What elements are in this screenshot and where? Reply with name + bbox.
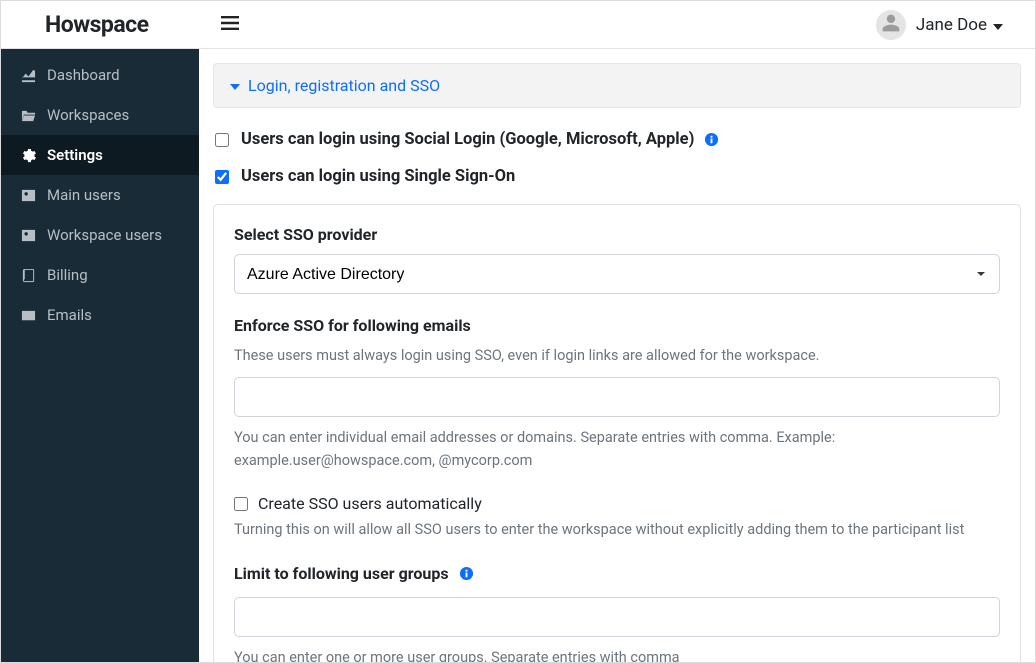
sso-provider-select[interactable]: Azure Active Directory — [234, 254, 1000, 294]
limit-groups-label: Limit to following user groups — [234, 564, 449, 583]
sidebar: Dashboard Workspaces Settings Main users… — [1, 49, 199, 662]
enforce-sso-help-2: You can enter individual email addresses… — [234, 427, 1000, 472]
limit-groups-input[interactable] — [234, 597, 1000, 637]
sidebar-item-main-users[interactable]: Main users — [1, 175, 199, 215]
sso-provider-group: Select SSO provider Azure Active Directo… — [234, 225, 1000, 294]
section-body: Users can login using Social Login (Goog… — [213, 108, 1021, 662]
envelope-icon — [19, 308, 37, 323]
sso-login-checkbox[interactable] — [215, 170, 229, 184]
sso-provider-label: Select SSO provider — [234, 225, 1000, 244]
caret-down-icon — [993, 16, 1003, 34]
body: Dashboard Workspaces Settings Main users… — [1, 49, 1035, 662]
user-card-icon — [19, 228, 37, 243]
sidebar-item-label: Main users — [47, 186, 121, 204]
sidebar-item-label: Emails — [47, 306, 92, 324]
enforce-sso-group: Enforce SSO for following emails These u… — [234, 316, 1000, 472]
enforce-sso-help-1: These users must always login using SSO,… — [234, 345, 1000, 367]
sidebar-item-workspace-users[interactable]: Workspace users — [1, 215, 199, 255]
sidebar-item-label: Billing — [47, 266, 88, 284]
auto-create-checkbox[interactable] — [234, 497, 248, 511]
sso-login-row: Users can login using Single Sign-On — [213, 167, 1021, 186]
info-icon[interactable] — [704, 132, 719, 147]
enforce-sso-input[interactable] — [234, 377, 1000, 417]
hamburger-icon — [221, 17, 239, 35]
info-icon[interactable] — [459, 566, 474, 581]
logo: Howspace — [45, 11, 149, 38]
limit-groups-group: Limit to following user groups You can e… — [234, 564, 1000, 662]
sidebar-item-workspaces[interactable]: Workspaces — [1, 95, 199, 135]
enforce-sso-label: Enforce SSO for following emails — [234, 316, 1000, 335]
user-name[interactable]: Jane Doe — [916, 15, 987, 35]
social-login-checkbox[interactable] — [215, 133, 229, 147]
sso-login-label[interactable]: Users can login using Single Sign-On — [241, 167, 515, 186]
sidebar-item-label: Workspace users — [47, 226, 162, 244]
main-content: Login, registration and SSO Users can lo… — [199, 49, 1035, 662]
user-icon — [881, 13, 901, 37]
auto-create-label[interactable]: Create SSO users automatically — [258, 494, 482, 513]
caret-down-icon — [230, 76, 240, 95]
user-card-icon — [19, 188, 37, 203]
sidebar-item-dashboard[interactable]: Dashboard — [1, 55, 199, 95]
folder-open-icon — [19, 108, 37, 123]
menu-toggle-button[interactable] — [221, 15, 239, 35]
section-title: Login, registration and SSO — [248, 76, 440, 95]
chart-area-icon — [19, 68, 37, 83]
auto-create-group: Create SSO users automatically Turning t… — [234, 494, 1000, 541]
app-window: Howspace Jane Doe Dashboard — [0, 0, 1036, 663]
social-login-label[interactable]: Users can login using Social Login (Goog… — [241, 130, 694, 149]
user-avatar[interactable] — [876, 10, 906, 40]
limit-groups-help: You can enter one or more user groups. S… — [234, 647, 1000, 662]
sidebar-item-label: Workspaces — [47, 106, 129, 124]
sidebar-item-billing[interactable]: Billing — [1, 255, 199, 295]
sidebar-item-label: Settings — [47, 146, 103, 164]
sidebar-item-emails[interactable]: Emails — [1, 295, 199, 335]
sidebar-item-settings[interactable]: Settings — [1, 135, 199, 175]
sso-config-panel: Select SSO provider Azure Active Directo… — [213, 204, 1021, 662]
social-login-row: Users can login using Social Login (Goog… — [213, 130, 1021, 149]
auto-create-help: Turning this on will allow all SSO users… — [234, 519, 1000, 541]
section-toggle-login-sso[interactable]: Login, registration and SSO — [213, 63, 1021, 108]
sidebar-item-label: Dashboard — [47, 66, 120, 84]
gears-icon — [19, 148, 37, 163]
user-menu-toggle[interactable] — [993, 16, 1003, 34]
book-icon — [19, 268, 37, 283]
top-header: Howspace Jane Doe — [1, 1, 1035, 49]
